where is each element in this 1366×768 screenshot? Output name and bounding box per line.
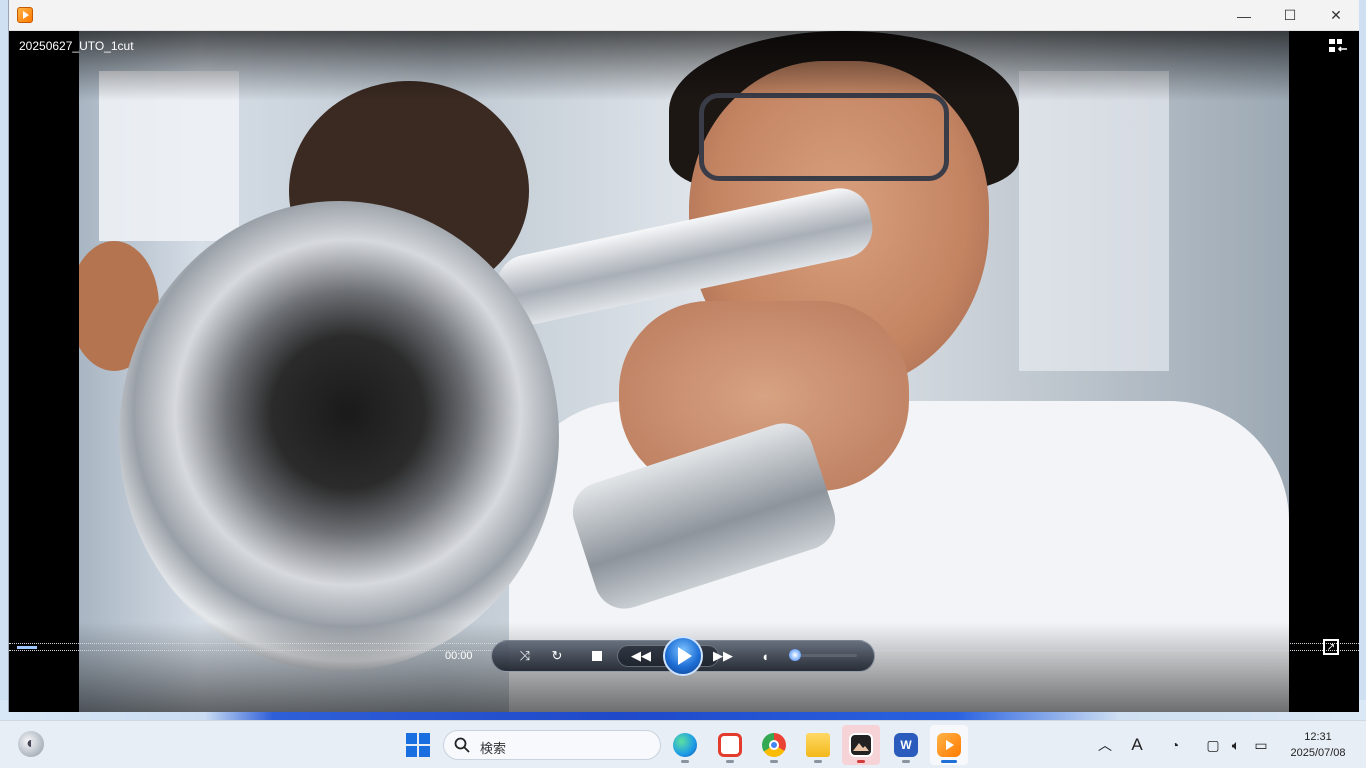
taskbar-app-acrobat[interactable] [711,725,749,765]
widgets-icon[interactable]: ◐ [18,731,44,757]
battery-icon[interactable]: ▭ [1251,735,1271,755]
volume-knob[interactable] [789,649,801,661]
volume-icon[interactable]: 🔈︎ [1226,735,1246,755]
video-area[interactable]: 20250627_UTO_1cut [9,31,1359,712]
video-frame [79,31,1289,712]
switch-to-library-icon[interactable] [1329,39,1349,55]
video-title: 20250627_UTO_1cut [19,39,134,53]
media-player-icon [937,733,961,757]
show-hidden-icons-chevron-icon[interactable]: ︿ [1095,735,1115,755]
edge-icon [673,733,697,757]
fullscreen-icon[interactable]: ↗ [1323,639,1339,655]
clock[interactable]: 12:31 2025/07/08 [1280,729,1356,761]
next-icon[interactable]: ▶▶ [713,647,733,665]
speaker-icon[interactable]: ◖ [755,647,775,665]
focus-session-icon[interactable]: ◔ [1165,735,1185,755]
media-player-app-icon [17,7,33,23]
taskbar-search-box[interactable]: 検索 [443,730,661,760]
taskbar: ◐ 検索 W ︿ A ◔ ▢ 🔈︎ ▭ 12:31 2025/07/08 [0,720,1366,768]
stop-icon[interactable] [587,647,607,665]
photos-icon [849,733,873,757]
start-button[interactable] [404,731,432,759]
repeat-icon[interactable]: ↻ [547,647,567,665]
ime-indicator[interactable]: A [1127,735,1147,755]
taskbar-app-chrome[interactable] [755,725,793,765]
search-icon [454,737,470,753]
taskbar-app-edge[interactable] [666,725,704,765]
taskbar-app-file-explorer[interactable] [799,725,837,765]
play-button[interactable] [663,636,703,676]
previous-icon[interactable]: ◀◀ [631,647,651,665]
chrome-icon [762,733,786,757]
folder-icon [806,733,830,757]
play-icon [678,647,692,665]
clock-time: 12:31 [1304,731,1332,743]
close-button[interactable]: ✕ [1313,0,1359,31]
seek-progress [17,646,37,649]
taskbar-app-media-player[interactable] [930,725,968,765]
shuffle-icon[interactable]: ⤨ [515,647,535,665]
minimize-button[interactable]: — [1221,0,1267,31]
acrobat-icon [718,733,742,757]
taskbar-app-photos[interactable] [842,725,880,765]
title-bar: — ☐ ✕ [9,0,1359,31]
clock-date: 2025/07/08 [1290,747,1346,759]
media-player-window: — ☐ ✕ 20250627_UTO_1cut 00:00 ⤨ ↻ ◀◀ ▶▶ … [8,0,1359,712]
volume-slider[interactable] [793,654,857,657]
elapsed-time: 00:00 [445,650,473,662]
maximize-button[interactable]: ☐ [1267,0,1313,31]
taskbar-app-word[interactable]: W [887,725,925,765]
word-icon: W [894,733,918,757]
search-placeholder: 検索 [480,741,507,756]
network-icon[interactable]: ▢ [1203,735,1223,755]
